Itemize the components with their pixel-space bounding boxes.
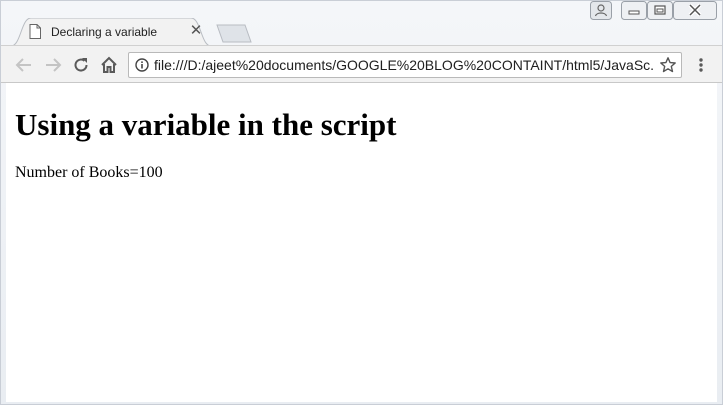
reload-button[interactable] [70,54,92,76]
minimize-button[interactable] [621,1,647,20]
back-button[interactable] [13,54,35,76]
menu-button[interactable] [691,54,711,76]
close-window-button[interactable] [673,1,717,20]
tab-declaring-a-variable[interactable]: Declaring a variable ✕ [11,18,211,46]
restore-icon [647,1,673,20]
title-bar: Declaring a variable ✕ [1,1,723,46]
tab-close-icon[interactable]: ✕ [188,22,204,40]
url-text[interactable]: file:///D:/ajeet%20documents/GOOGLE%20BL… [154,57,654,73]
browser-toolbar: file:///D:/ajeet%20documents/GOOGLE%20BL… [1,45,722,83]
home-button[interactable] [98,54,120,76]
minimize-icon [621,1,647,20]
user-icon [590,1,612,20]
new-tab-button[interactable] [215,24,253,43]
page-icon [29,24,41,39]
star-icon[interactable] [659,56,677,74]
page-heading: Using a variable in the script [15,107,397,142]
back-arrow-icon [15,58,31,72]
tab-title: Declaring a variable [51,25,158,39]
books-count-text: Number of Books=100 [15,164,163,181]
kebab-menu-icon [699,58,703,72]
browser-window: Declaring a variable ✕ file:///D:/ajeet%… [0,0,723,405]
address-bar[interactable]: file:///D:/ajeet%20documents/GOOGLE%20BL… [128,52,682,78]
restore-button[interactable] [647,1,673,20]
profile-button[interactable] [590,1,612,20]
close-icon [673,1,717,20]
page-content: Using a variable in the script Number of… [6,83,717,402]
reload-icon [74,58,88,72]
info-icon[interactable] [135,58,149,72]
forward-button[interactable] [42,54,64,76]
forward-arrow-icon [46,58,62,72]
home-icon [101,56,117,73]
